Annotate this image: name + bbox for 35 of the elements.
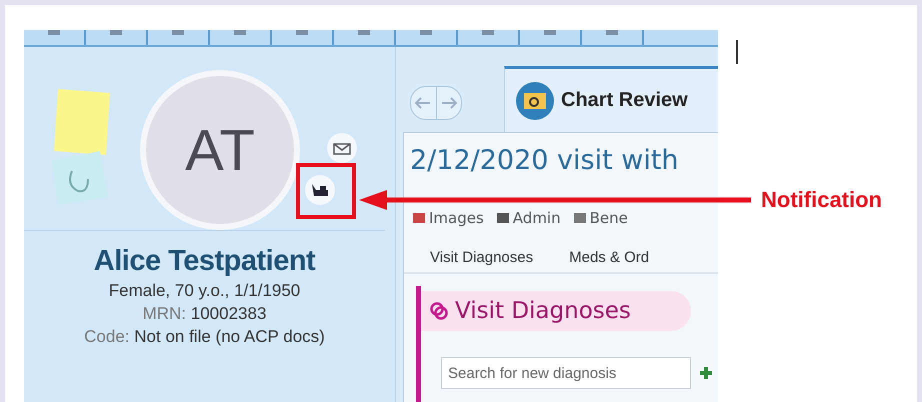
toolbar-icon[interactable] [480, 30, 496, 36]
toolbar-icon[interactable] [356, 30, 372, 36]
toolbar-link-icon [496, 212, 510, 224]
toolbar-link[interactable]: Images [412, 209, 484, 227]
section-tab[interactable]: Meds & Ord [569, 249, 650, 266]
highlight-frame [296, 163, 356, 219]
annotation-label: Notification [761, 187, 882, 213]
back-arrow-icon [415, 97, 432, 109]
patient-mrn: MRN: 10002383 [142, 304, 266, 324]
forward-arrow-icon [440, 97, 457, 109]
chart-review-tab[interactable]: Chart Review [504, 66, 718, 132]
section-tab[interactable]: Visit Diagnoses [430, 249, 534, 266]
patient-name: Alice Testpatient [94, 245, 316, 278]
section-heading: Visit Diagnoses [421, 291, 691, 331]
toolbar-icon[interactable] [604, 30, 620, 36]
toolbar-icon[interactable] [46, 30, 62, 36]
folder-icon [515, 80, 555, 120]
toolbar-icon[interactable] [232, 30, 248, 36]
link-icon [429, 301, 449, 321]
patient-code-status: Code: Not on file (no ACP docs) [84, 327, 325, 347]
toolbar-icon[interactable] [108, 30, 124, 36]
add-icon[interactable] [699, 366, 713, 380]
patient-avatar: AT [140, 70, 300, 230]
toolbar-icon[interactable] [170, 30, 186, 36]
toolbar-icon[interactable] [294, 30, 310, 36]
toolbar-link-icon [572, 212, 587, 224]
toolbar-link-icon [412, 212, 426, 224]
toolbar-link[interactable]: Bene [572, 209, 628, 227]
diagnosis-search-field[interactable]: Search for new diagnosis [441, 357, 691, 389]
toolbar-link[interactable]: Admin [496, 209, 561, 227]
patient-details: Female, 70 y.o., 1/1/1950 [108, 281, 300, 301]
envelope-icon[interactable] [327, 133, 357, 163]
visit-title: 2/12/2020 visit with [409, 144, 680, 176]
toolbar-icon[interactable] [542, 30, 558, 36]
toolbar-icon[interactable] [418, 30, 434, 36]
